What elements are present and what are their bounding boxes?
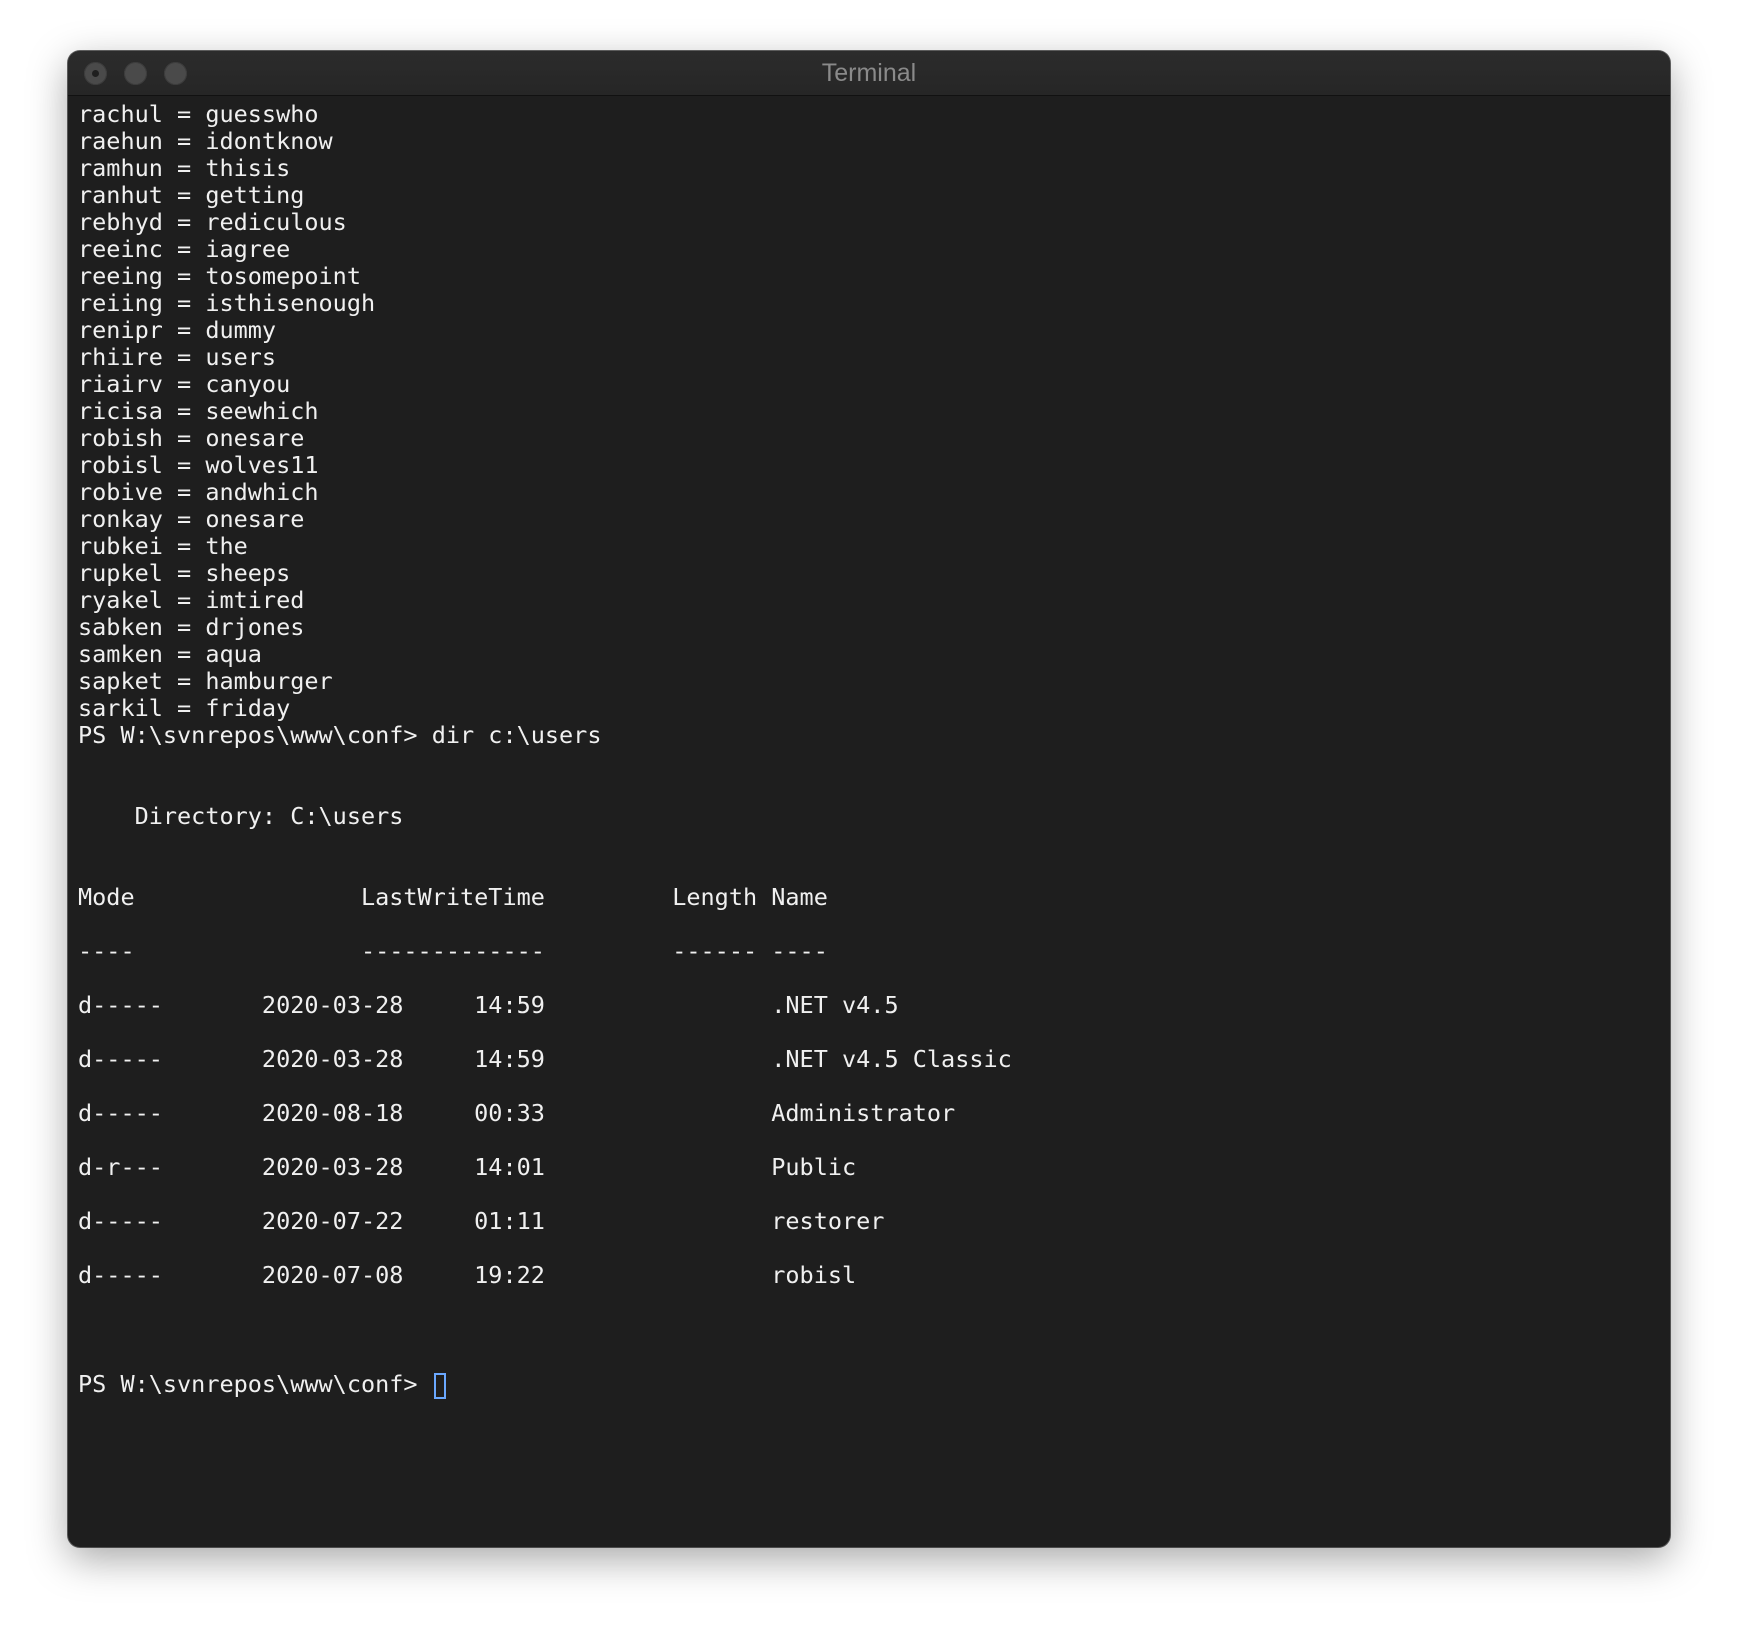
config-line: rhiire = users — [78, 343, 277, 371]
terminal-output[interactable]: rachul = guesswho raehun = idontknow ram… — [78, 99, 1658, 1539]
config-line: robisl = wolves11 — [78, 451, 319, 479]
config-line: ramhun = thisis — [78, 154, 291, 182]
terminal-window: Terminal rachul = guesswho raehun = idon… — [68, 51, 1670, 1547]
listing-row: d----- 2020-07-22 01:11 restorer — [78, 1207, 885, 1235]
config-line: rebhyd = rediculous — [78, 208, 347, 236]
config-line: reeing = tosomepoint — [78, 262, 361, 290]
listing-header: Mode LastWriteTime Length Name — [78, 883, 828, 911]
config-line: sabken = drjones — [78, 613, 305, 641]
config-line: sapket = hamburger — [78, 667, 333, 695]
config-line: reiing = isthisenough — [78, 289, 376, 317]
command-line: PS W:\svnrepos\www\conf> dir c:\users — [78, 721, 602, 749]
window-title: Terminal — [821, 59, 917, 87]
listing-separator: ---- ------------- ------ ---- — [78, 937, 828, 965]
listing-row: d----- 2020-03-28 14:59 .NET v4.5 — [78, 991, 899, 1019]
config-line: sarkil = friday — [78, 694, 291, 722]
config-line: robive = andwhich — [78, 478, 319, 506]
listing-row: d----- 2020-03-28 14:59 .NET v4.5 Classi… — [78, 1045, 1012, 1073]
text-cursor — [433, 1372, 446, 1399]
prompt-text: PS W:\svnrepos\www\conf> — [78, 1370, 432, 1398]
config-line: ronkay = onesare — [78, 505, 305, 533]
config-line: ricisa = seewhich — [78, 397, 319, 425]
config-line: ryakel = imtired — [78, 586, 305, 614]
title-bar[interactable]: Terminal — [68, 51, 1670, 96]
config-line: reeinc = iagree — [78, 235, 291, 263]
config-line: ranhut = getting — [78, 181, 305, 209]
listing-row: d----- 2020-07-08 19:22 robisl — [78, 1261, 857, 1289]
directory-heading: Directory: C:\users — [78, 802, 404, 830]
prompt-line[interactable]: PS W:\svnrepos\www\conf> — [78, 1369, 446, 1399]
config-line: robish = onesare — [78, 424, 305, 452]
config-line: renipr = dummy — [78, 316, 277, 344]
config-line: rupkel = sheeps — [78, 559, 291, 587]
config-line: riairv = canyou — [78, 370, 291, 398]
config-line: raehun = idontknow — [78, 127, 333, 155]
config-line: rachul = guesswho — [78, 100, 319, 128]
listing-row: d-r--- 2020-03-28 14:01 Public — [78, 1153, 857, 1181]
config-line: rubkei = the — [78, 532, 248, 560]
listing-row: d----- 2020-08-18 00:33 Administrator — [78, 1099, 956, 1127]
config-line: samken = aqua — [78, 640, 262, 668]
